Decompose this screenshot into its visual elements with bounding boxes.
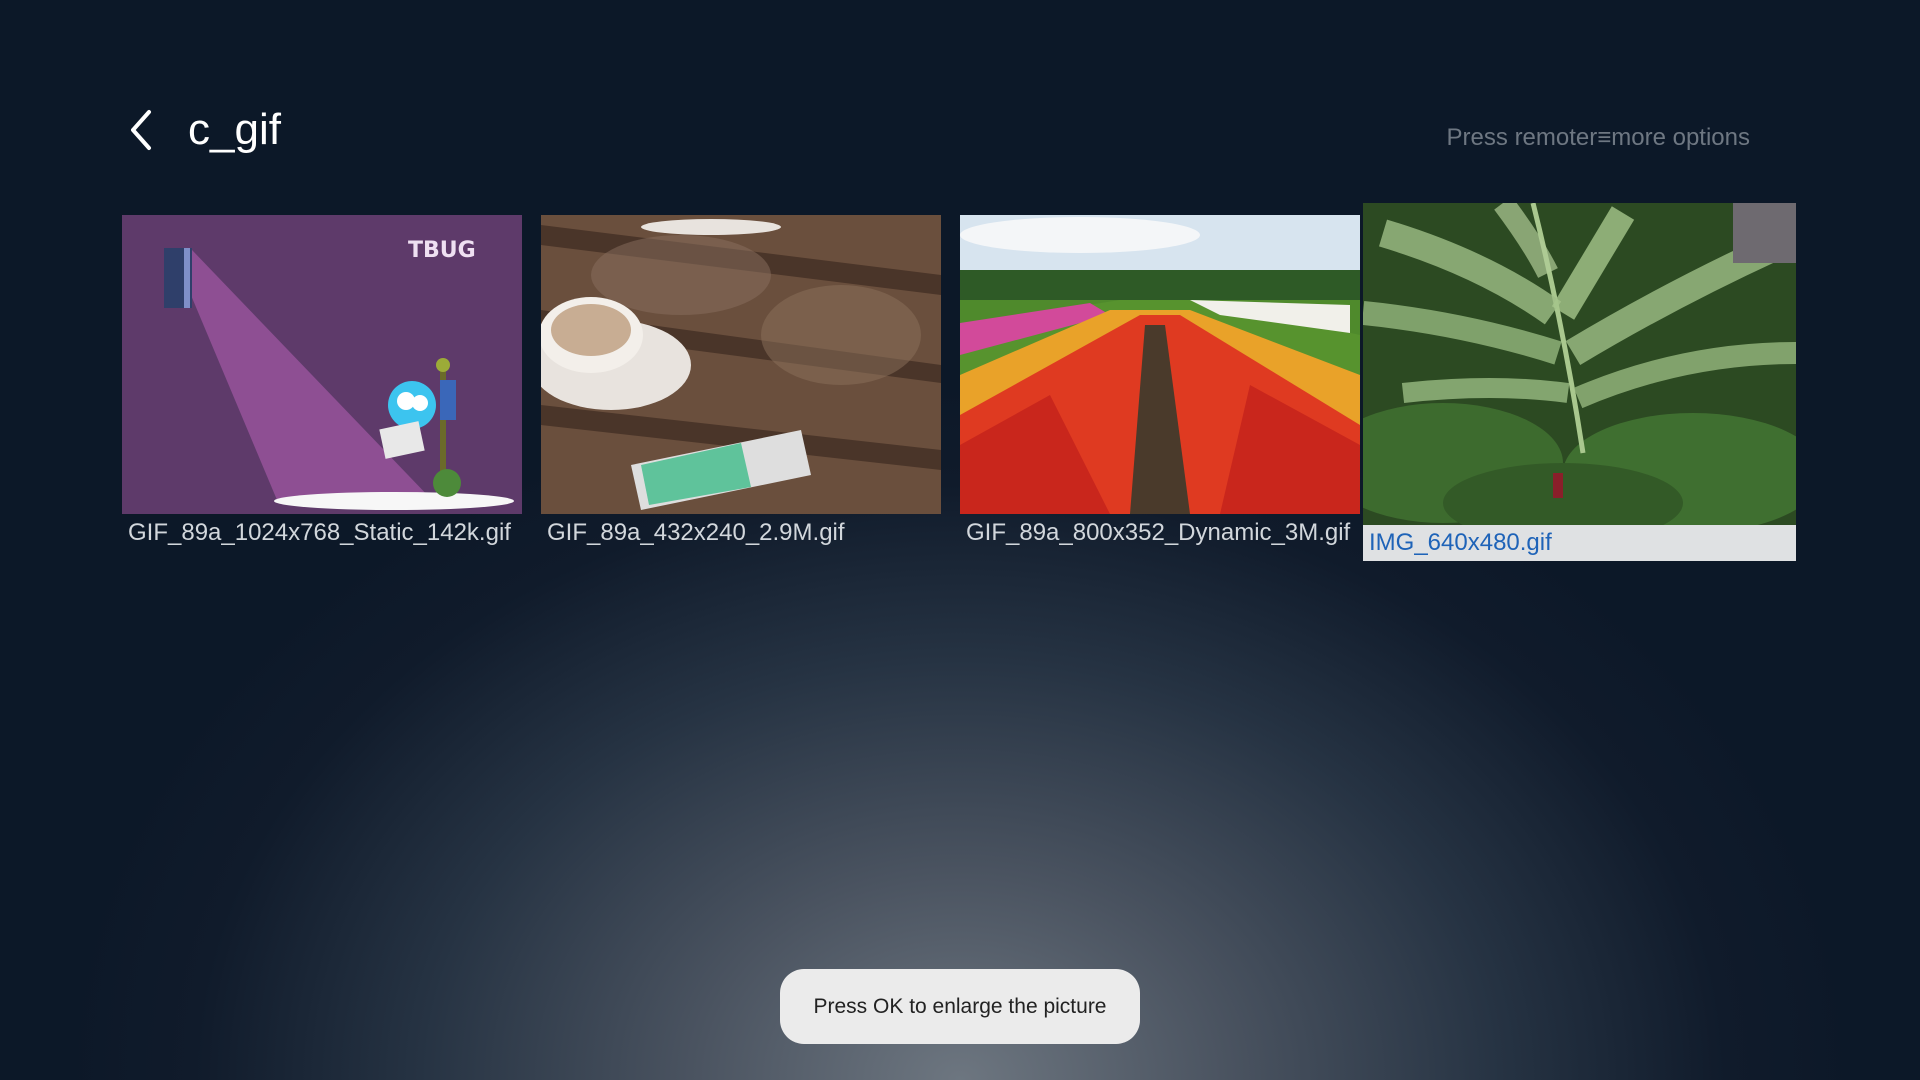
thumbnail-image: TBUG: [122, 215, 522, 514]
svg-text:TBUG: TBUG: [408, 238, 476, 263]
gallery-tile[interactable]: TBUG GIF_89a_1024x768_Static_142k.gif: [122, 215, 522, 555]
thumbnail-image: [960, 215, 1360, 514]
thumbnail-image: [1363, 203, 1796, 525]
gallery-tile[interactable]: GIF_89a_432x240_2.9M.gif: [541, 215, 941, 555]
gallery-grid: TBUG GIF_89a_1024x768_Static_142k.gif GI…: [0, 0, 1920, 1080]
gallery-tile[interactable]: GIF_89a_800x352_Dynamic_3M.gif: [960, 215, 1360, 555]
tile-caption: GIF_89a_800x352_Dynamic_3M.gif: [966, 519, 1351, 546]
thumbnail-image: [541, 215, 941, 514]
toast-message: Press OK to enlarge the picture: [780, 969, 1140, 1044]
tile-caption: GIF_89a_432x240_2.9M.gif: [547, 519, 845, 546]
gallery-tile-focused[interactable]: IMG_640x480.gif: [1363, 203, 1796, 561]
tile-caption: IMG_640x480.gif: [1369, 529, 1552, 556]
tile-caption: GIF_89a_1024x768_Static_142k.gif: [128, 519, 511, 546]
